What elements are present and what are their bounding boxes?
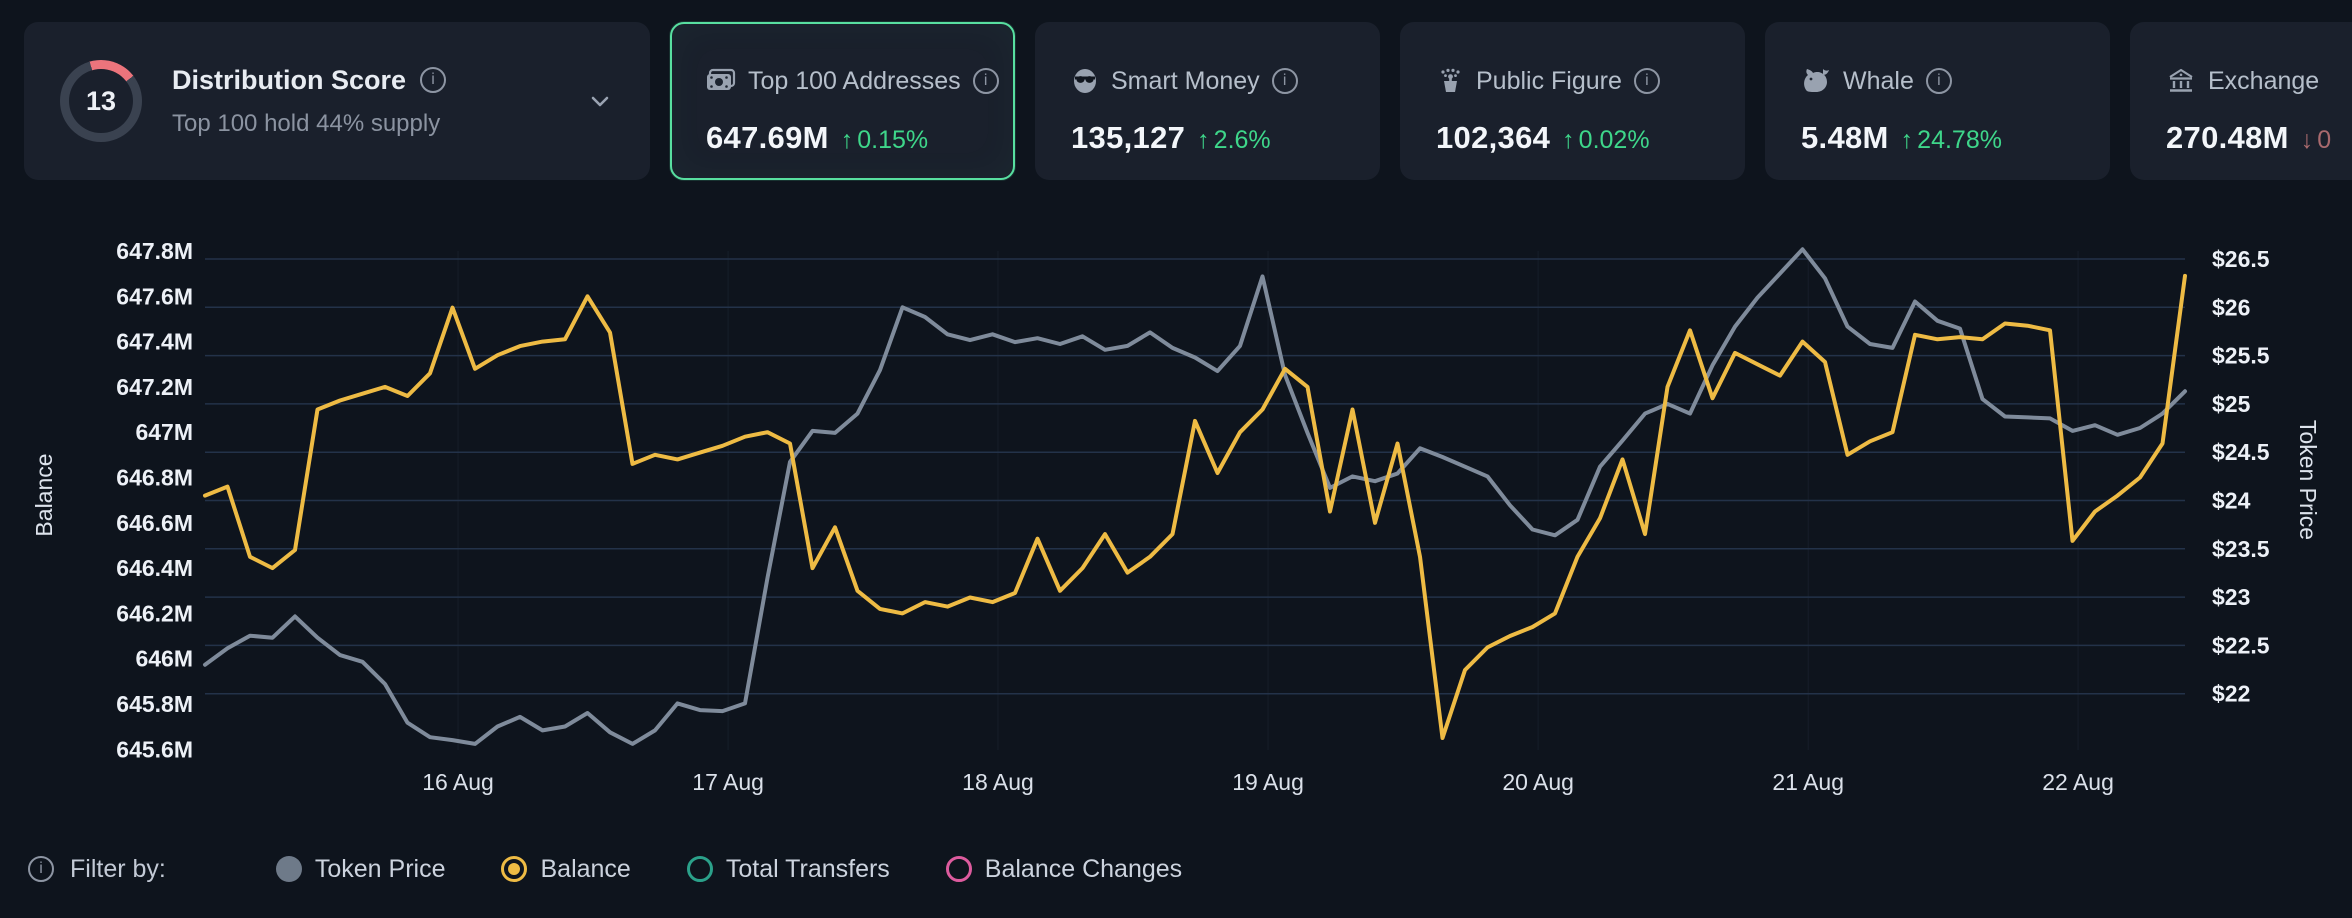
card-label: Public Figure [1476, 67, 1622, 96]
filter-option-token-price[interactable]: Token Price [276, 855, 446, 884]
smart-money-icon [1071, 67, 1099, 95]
card-label: Top 100 Addresses [748, 67, 961, 96]
filter-option-label: Token Price [315, 855, 446, 884]
right-axis-tick: $26.5 [2212, 246, 2270, 272]
right-axis-tick: $22.5 [2212, 632, 2270, 658]
balance-changes-marker-icon [946, 856, 972, 882]
balance-marker-icon [501, 856, 527, 882]
chart-canvas[interactable]: $26.5 $26 $25.5 $25 $24.5 $24 $23.5 $23 $22.5 $22… [0, 130, 2352, 830]
public-figure-icon [1436, 67, 1464, 95]
chevron-down-icon[interactable] [586, 87, 614, 115]
left-axis-tick: 647.4M [116, 329, 193, 355]
left-axis-tick: 646.8M [116, 465, 193, 491]
banknote-icon [706, 68, 736, 94]
balance-price-chart[interactable]: $26.5 $26 $25.5 $25 $24.5 $24 $23.5 $23 $22.5 $22… [0, 130, 2352, 830]
left-axis-tick: 646.6M [116, 510, 193, 536]
distribution-score-value: 13 [86, 86, 116, 117]
gauge-inner: 13 [69, 69, 133, 133]
left-axis-tick: 646M [135, 646, 193, 672]
x-axis-tick: 21 Aug [1772, 769, 1844, 795]
left-axis-tick: 647M [135, 419, 193, 445]
x-axis-tick: 17 Aug [692, 769, 764, 795]
right-axis-tick: $24 [2212, 488, 2251, 514]
x-axis-tick: 16 Aug [422, 769, 494, 795]
left-axis-tick: 645.6M [116, 736, 193, 762]
distribution-score-title: Distribution Score [172, 65, 406, 96]
info-icon[interactable]: i [28, 856, 54, 882]
left-axis-title: Balance [31, 453, 57, 536]
token-price-marker-icon [276, 856, 302, 882]
distribution-card-texts: Distribution Score i Top 100 hold 44% su… [172, 65, 586, 138]
right-axis-tick: $23.5 [2212, 536, 2270, 562]
info-icon[interactable]: i [420, 67, 446, 93]
filter-option-label: Balance Changes [985, 855, 1182, 884]
filter-bar: i Filter by: Token Price Balance Total T… [28, 846, 1182, 892]
right-axis-tick: $23 [2212, 584, 2250, 610]
card-label: Smart Money [1111, 67, 1260, 96]
whale-icon [1801, 67, 1831, 95]
filter-option-label: Total Transfers [726, 855, 890, 884]
info-icon[interactable]: i [1926, 68, 1952, 94]
info-icon[interactable]: i [1272, 68, 1298, 94]
x-axis-tick: 19 Aug [1232, 769, 1304, 795]
bank-icon [2166, 67, 2196, 95]
filter-option-label: Balance [540, 855, 630, 884]
filter-option-balance[interactable]: Balance [501, 855, 630, 884]
right-axis-tick: $24.5 [2212, 439, 2270, 465]
left-axis-tick: 645.8M [116, 691, 193, 717]
right-axis-tick: $22 [2212, 681, 2250, 707]
info-icon[interactable]: i [1634, 68, 1660, 94]
right-axis-tick: $25.5 [2212, 343, 2270, 369]
right-axis-tick: $26 [2212, 294, 2250, 320]
token-analytics-dashboard: 13 Distribution Score i Top 100 hold 44%… [0, 0, 2352, 918]
x-axis-tick: 18 Aug [962, 769, 1034, 795]
info-icon[interactable]: i [973, 68, 999, 94]
left-axis-tick: 646.2M [116, 600, 193, 626]
left-axis-tick: 647.6M [116, 283, 193, 309]
right-axis-title: Token Price [2295, 420, 2321, 540]
filter-option-total-transfers[interactable]: Total Transfers [687, 855, 890, 884]
left-axis-tick: 647.2M [116, 374, 193, 400]
filter-option-balance-changes[interactable]: Balance Changes [946, 855, 1182, 884]
x-axis-tick: 22 Aug [2042, 769, 2114, 795]
series-token-price [205, 249, 2185, 744]
filter-bar-label: Filter by: [70, 855, 166, 884]
card-label: Whale [1843, 67, 1914, 96]
card-label: Exchange [2208, 67, 2319, 96]
right-axis-tick: $25 [2212, 391, 2251, 417]
x-axis-tick: 20 Aug [1502, 769, 1574, 795]
left-axis-tick: 646.4M [116, 555, 193, 581]
left-axis-tick: 647.8M [116, 238, 193, 264]
total-transfers-marker-icon [687, 856, 713, 882]
